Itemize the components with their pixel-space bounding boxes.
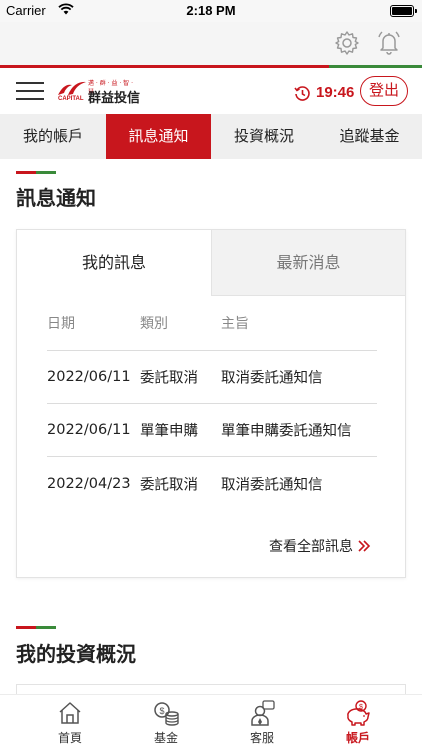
row-subject: 單筆申購委託通知信 — [221, 423, 352, 440]
message-type-tabs: 我的訊息 最新消息 — [17, 230, 405, 296]
view-all-label: 查看全部訊息 — [269, 539, 353, 555]
nav-label: 帳戶 — [345, 731, 370, 745]
section-title-overview: 我的投資概況 — [16, 642, 136, 666]
battery-icon — [390, 5, 417, 17]
table-row[interactable]: 2022/06/11 單筆申購 單筆申購委託通知信 — [47, 404, 377, 457]
section-accent-bar — [16, 626, 56, 629]
table-row[interactable]: 2022/06/11 委託取消 取消委託通知信 — [47, 351, 377, 404]
menu-icon[interactable] — [16, 82, 44, 100]
session-time: 19:46 — [316, 84, 355, 101]
row-type: 委託取消 — [140, 477, 198, 493]
nav-label: 基金 — [153, 731, 178, 745]
gear-icon[interactable] — [334, 30, 360, 56]
service-agent-icon — [251, 700, 275, 726]
tab-notifications[interactable]: 訊息通知 — [106, 114, 211, 159]
top-toolbar — [0, 22, 422, 65]
home-icon — [59, 702, 81, 724]
column-header-date: 日期 — [47, 316, 75, 332]
messages-table: 日期 類別 主旨 2022/06/11 委託取消 取消委託通知信 2022/06… — [47, 296, 377, 510]
nav-customer-service[interactable]: 客服 — [214, 695, 310, 750]
bottom-nav: 首頁 $ 基金 客服 $ 帳戶 — [0, 694, 422, 750]
row-date: 2022/06/11 — [47, 369, 131, 385]
tab-investment-overview[interactable]: 投資概況 — [211, 114, 317, 159]
svg-text:$: $ — [159, 706, 164, 716]
session-timer-icon — [294, 86, 310, 101]
row-type: 單筆申購 — [140, 423, 198, 440]
row-subject: 取消委託通知信 — [221, 477, 323, 493]
row-type: 委託取消 — [140, 370, 198, 387]
nav-account[interactable]: $ 帳戶 — [310, 695, 406, 750]
nav-home[interactable]: 首頁 — [22, 695, 118, 750]
table-header: 日期 類別 主旨 — [47, 296, 377, 351]
column-header-type: 類別 — [140, 316, 168, 332]
section-title-notifications: 訊息通知 — [16, 186, 96, 210]
table-row[interactable]: 2022/04/23 委託取消 取消委託通知信 — [47, 457, 377, 510]
app-header: CAPITAL 邁 · 群 · 益 · 智 · 慧 群益投信 19:46 登出 — [0, 68, 422, 114]
row-date: 2022/04/23 — [47, 475, 131, 492]
section-accent-bar — [16, 171, 56, 174]
coins-icon: $ — [154, 702, 179, 726]
tab-latest-news[interactable]: 最新消息 — [211, 230, 405, 296]
logo-capital-text: CAPITAL — [58, 96, 84, 102]
tab-my-account[interactable]: 我的帳戶 — [0, 114, 106, 159]
row-subject: 取消委託通知信 — [221, 370, 323, 387]
status-bar: Carrier 2:18 PM — [0, 0, 422, 22]
bell-icon[interactable] — [376, 29, 402, 57]
logout-button[interactable]: 登出 — [360, 76, 408, 106]
nav-funds[interactable]: $ 基金 — [118, 695, 214, 750]
nav-label: 首頁 — [57, 731, 82, 745]
double-chevron-right-icon — [358, 540, 371, 552]
tab-my-messages[interactable]: 我的訊息 — [17, 230, 211, 296]
capital-logo[interactable]: CAPITAL 邁 · 群 · 益 · 智 · 慧 群益投信 — [56, 77, 141, 106]
nav-label: 客服 — [249, 731, 274, 745]
notifications-card: 我的訊息 最新消息 日期 類別 主旨 2022/06/11 委託取消 取消委託通… — [16, 229, 406, 578]
status-time: 2:18 PM — [186, 3, 236, 18]
view-all-messages-link[interactable]: 查看全部訊息 — [269, 536, 371, 556]
column-header-subject: 主旨 — [221, 316, 249, 332]
logo-brand-name: 群益投信 — [88, 91, 141, 106]
piggy-bank-icon: $ — [347, 700, 370, 726]
account-tabs: 我的帳戶 訊息通知 投資概況 追蹤基金 — [0, 114, 422, 159]
row-date: 2022/06/11 — [47, 422, 131, 438]
tab-tracked-funds[interactable]: 追蹤基金 — [317, 114, 422, 159]
